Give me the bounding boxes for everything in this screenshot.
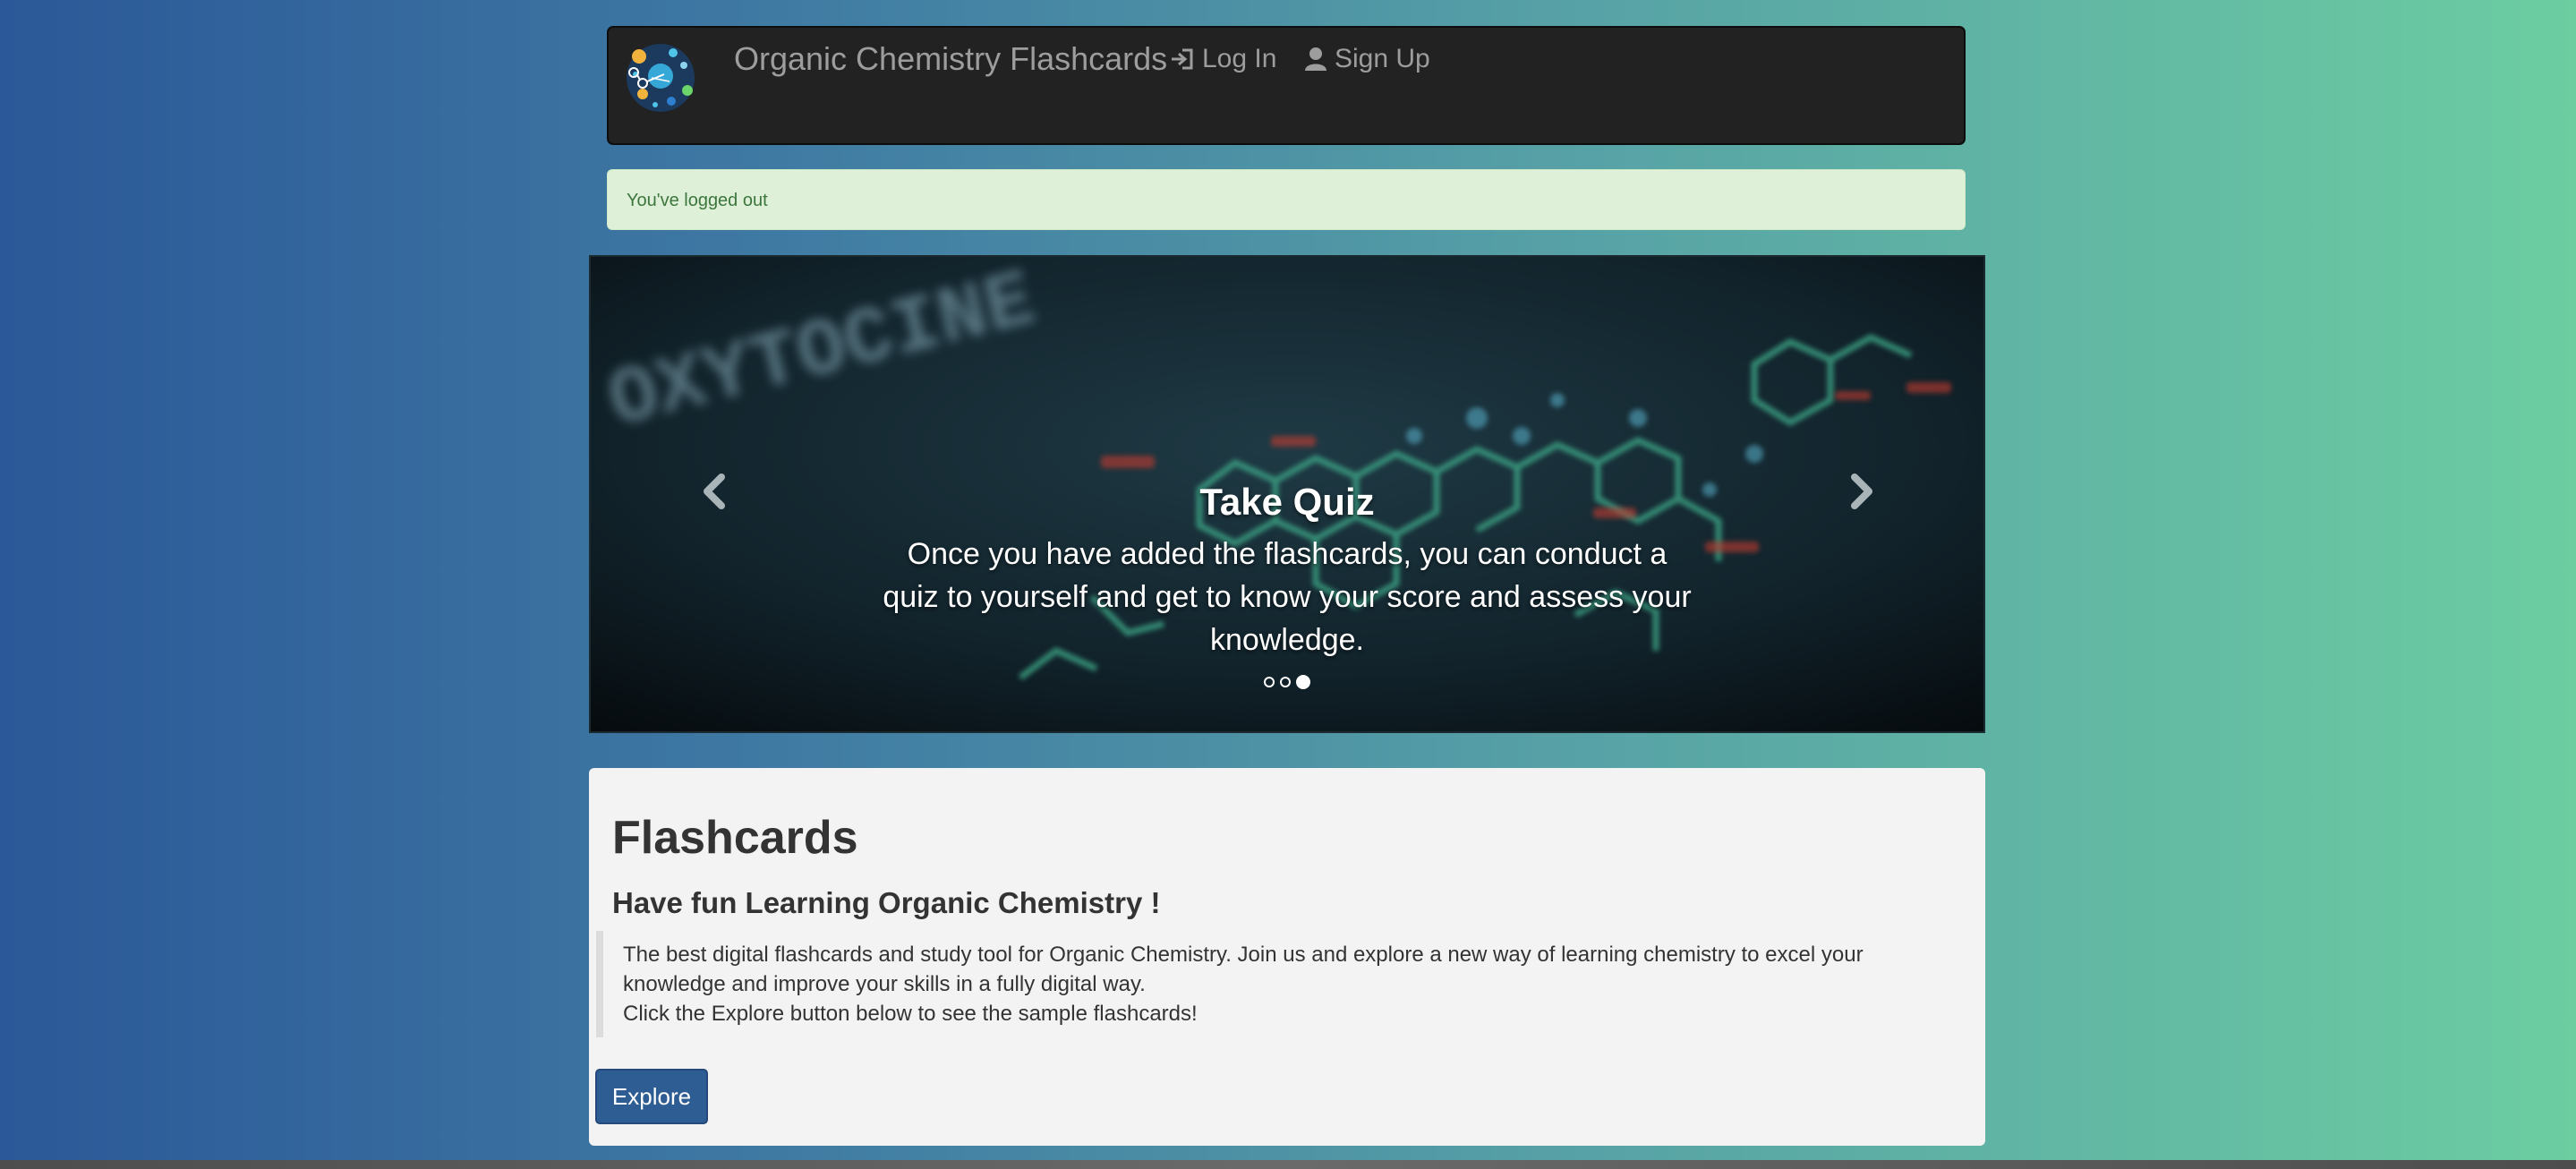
logout-alert: You've logged out [607,169,1966,230]
signup-link[interactable]: Sign Up [1304,44,1430,74]
carousel-indicators [591,675,1983,689]
alert-message: You've logged out [627,191,768,210]
carousel-indicator-1[interactable] [1264,677,1275,687]
login-label: Log In [1202,44,1277,73]
carousel-caption-text: Once you have added the flashcards, you … [883,537,1692,657]
carousel-indicator-2[interactable] [1280,677,1291,687]
log-in-icon [1172,48,1193,70]
molecule-logo-icon[interactable] [625,42,696,114]
intro-blockquote: The best digital flashcards and study to… [596,931,1966,1037]
intro-panel: Flashcards Have fun Learning Organic Che… [589,768,1985,1146]
signup-label: Sign Up [1335,44,1430,73]
explore-button[interactable]: Explore [595,1069,708,1124]
carousel-indicator-3[interactable] [1296,675,1310,689]
intro-hint: Click the Explore button below to see th… [623,1002,1198,1026]
user-icon [1305,47,1326,71]
login-link[interactable]: Log In [1170,44,1276,74]
page-title: Flashcards [612,812,858,864]
carousel: OXYTOCINE Take Quiz Once you have added … [589,255,1985,733]
navbar: Organic Chemistry Flashcards Log In Sign… [607,26,1966,145]
carousel-caption-title: Take Quiz [1199,481,1375,523]
carousel-next-icon[interactable] [1833,465,1887,518]
carousel-prev-icon[interactable] [689,465,743,518]
intro-description: The best digital flashcards and study to… [623,943,1864,996]
site-brand[interactable]: Organic Chemistry Flashcards [734,40,1167,78]
page-subtitle: Have fun Learning Organic Chemistry ! [612,886,1161,919]
window-bottom-edge [0,1160,2576,1169]
